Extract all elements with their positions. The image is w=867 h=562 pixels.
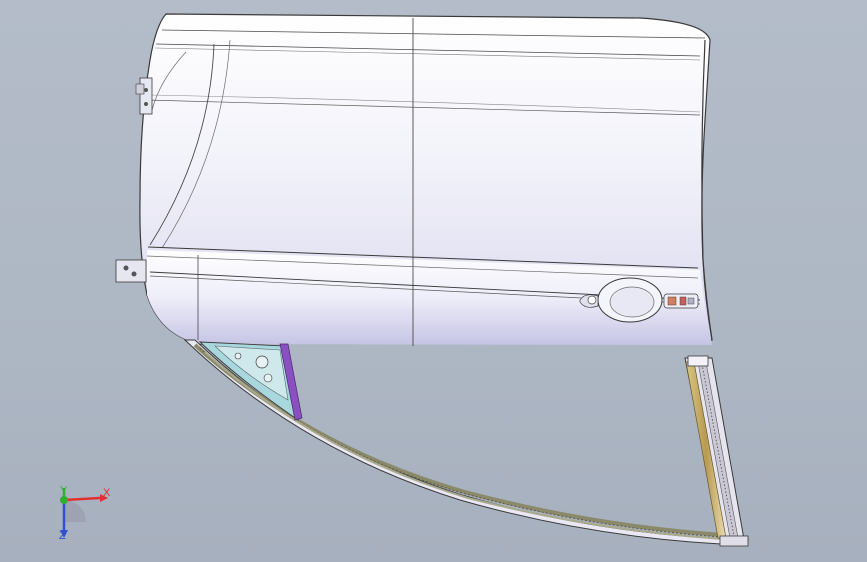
lower-hinge [115,259,147,283]
y-axis-label: Y [60,485,68,497]
x-axis-label: X [103,487,111,499]
orientation-triad: X Y Z [40,480,120,550]
z-axis-label: Z [59,530,66,542]
graphics-viewport[interactable]: X Y Z [0,0,867,562]
upper-hinge [135,77,153,115]
mirror-bracket [198,341,303,421]
door-model[interactable] [0,0,867,562]
